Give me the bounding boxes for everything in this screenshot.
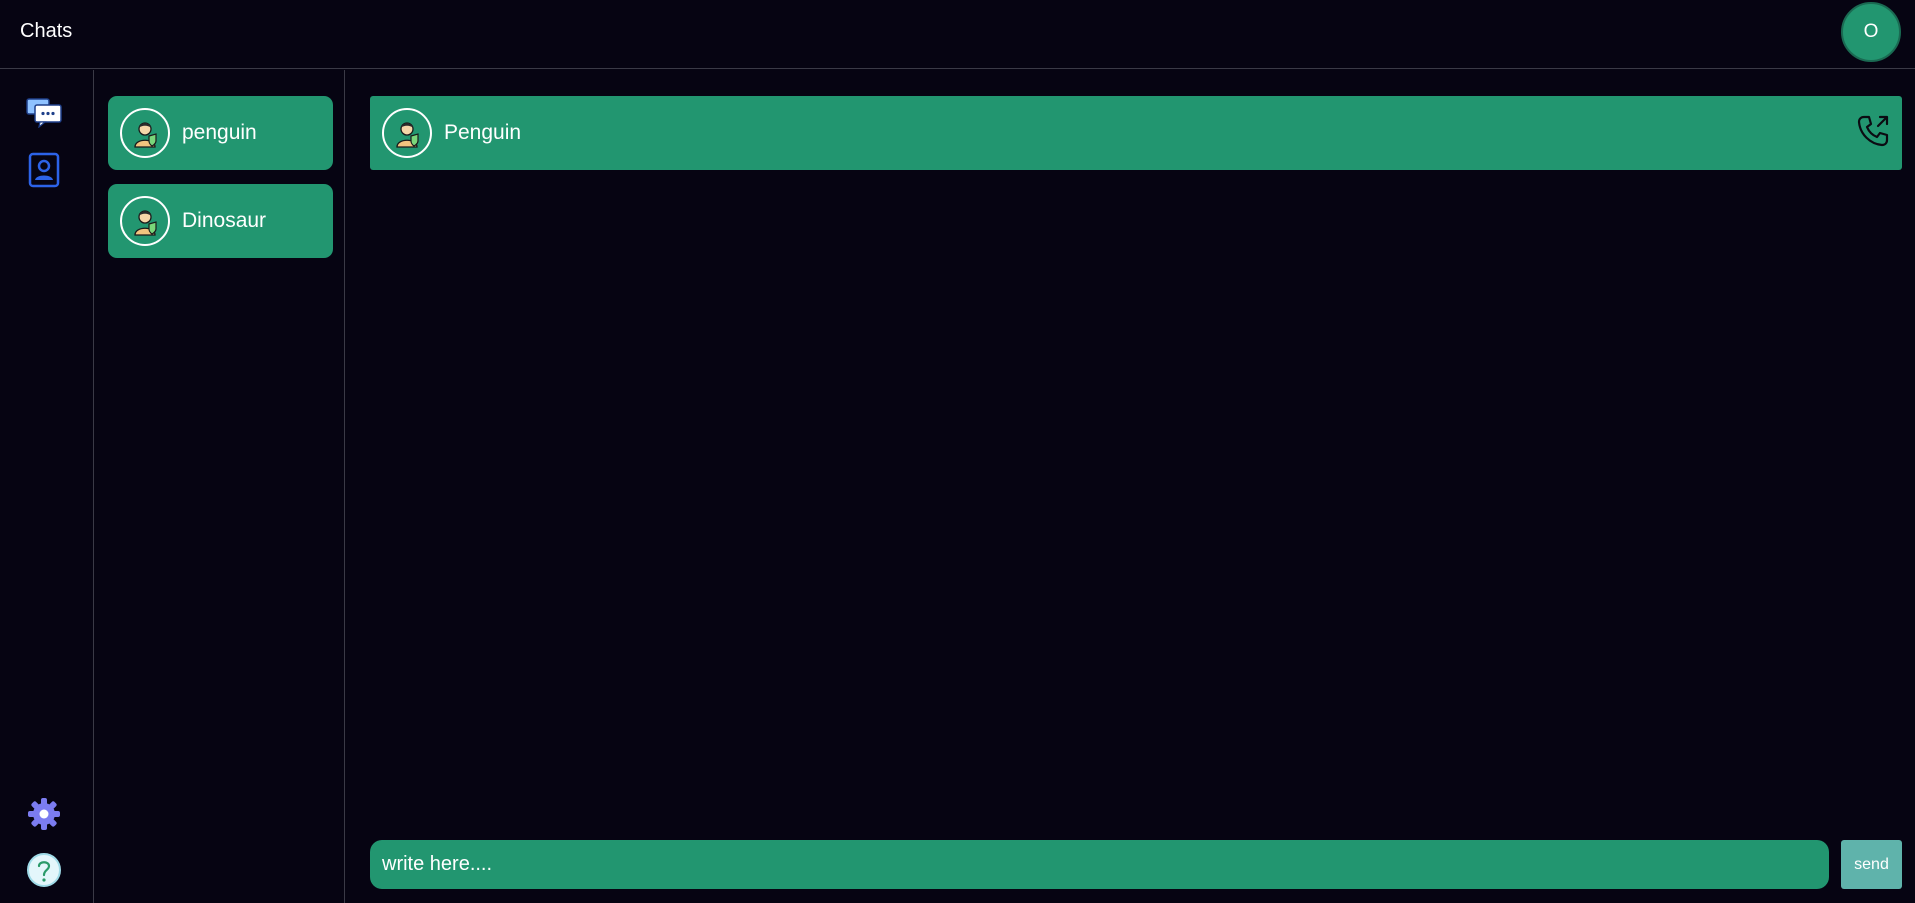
chat-header: Penguin (370, 96, 1902, 170)
message-input[interactable] (370, 840, 1829, 889)
top-bar: Chats O (0, 0, 1915, 69)
contact-card-icon[interactable] (25, 151, 63, 189)
gear-icon[interactable] (25, 795, 63, 833)
chat-title: Penguin (444, 121, 522, 144)
user-shield-icon (120, 108, 170, 158)
contact-name: penguin (182, 121, 257, 144)
icon-rail (0, 70, 94, 903)
contact-item-dinosaur[interactable]: Dinosaur (108, 184, 333, 258)
user-shield-icon (120, 196, 170, 246)
contact-name: Dinosaur (182, 209, 267, 232)
help-icon[interactable] (25, 851, 63, 889)
page-title: Chats (20, 20, 73, 42)
profile-button[interactable]: O (1841, 2, 1901, 62)
user-shield-icon (382, 108, 432, 158)
phone-outgoing-icon[interactable] (1854, 112, 1892, 150)
contact-item-penguin[interactable]: penguin (108, 96, 333, 170)
chat-bubbles-icon[interactable] (25, 94, 63, 132)
send-button[interactable]: send (1841, 840, 1902, 889)
contact-list: penguin Dinosaur (95, 70, 345, 903)
